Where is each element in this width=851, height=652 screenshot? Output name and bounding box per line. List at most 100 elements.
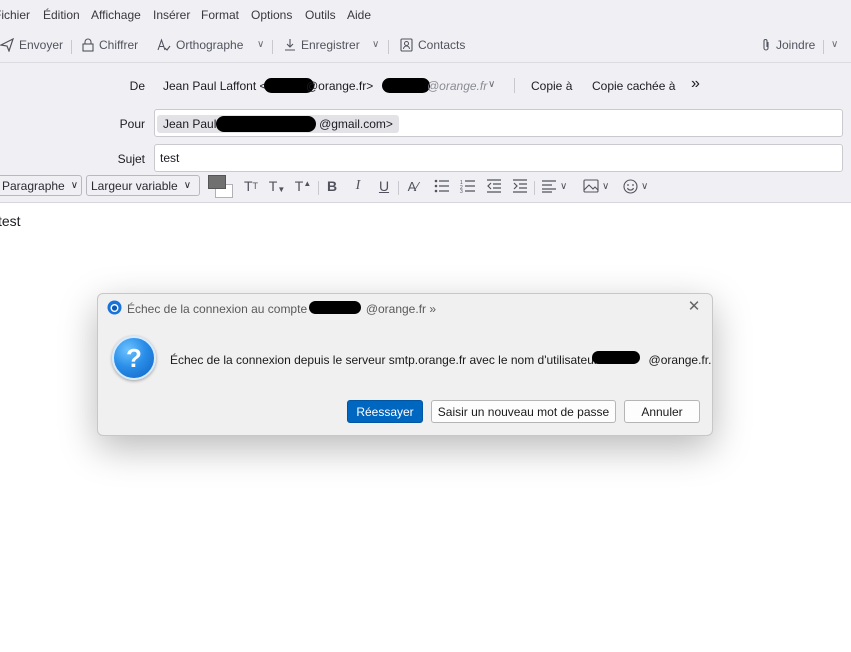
subject-label: Sujet — [117, 152, 145, 166]
contacts-label: Contacts — [418, 38, 466, 52]
dialog-message-prefix: Échec de la connexion depuis le serveur … — [170, 353, 598, 367]
spelling-dropdown-chevron-down-icon[interactable]: ∨ — [257, 39, 264, 50]
toolbar-separator — [71, 40, 72, 54]
save-button[interactable]: Enregistrer — [284, 36, 360, 54]
dialog-title-suffix: @orange.fr » — [365, 302, 437, 316]
paragraph-format-select[interactable]: Paragraphe ∨ — [0, 175, 82, 196]
decrease-font-size-icon[interactable]: T ▼ — [268, 177, 286, 195]
redaction-mark — [309, 301, 361, 314]
chevron-down-icon: ∨ — [560, 180, 568, 192]
from-identity-select[interactable]: Jean Paul Laffont < — [163, 79, 267, 93]
encrypt-label: Chiffrer — [99, 38, 139, 52]
header-separator — [514, 78, 515, 93]
compose-chrome: Fichier Édition Affichage Insérer Format… — [0, 0, 851, 202]
send-button[interactable]: Envoyer — [0, 36, 63, 54]
spelling-icon — [157, 38, 171, 51]
menu-options[interactable]: Options — [251, 8, 292, 22]
dialog-title-prefix: Échec de la connexion au compte — [127, 302, 308, 316]
text-color-swatch — [208, 175, 226, 189]
subject-input[interactable]: test — [154, 144, 843, 172]
attach-dropdown-chevron-down-icon[interactable]: ∨ — [831, 39, 838, 50]
clear-formatting-icon[interactable]: A∕ — [404, 177, 422, 195]
text-color-button[interactable] — [208, 175, 233, 198]
align-left-icon — [542, 180, 556, 193]
attach-button[interactable]: Joindre — [761, 36, 815, 54]
toolbar-separator — [388, 40, 389, 54]
from-identity-domain: @orange.fr — [427, 79, 488, 93]
redaction-mark — [382, 78, 430, 93]
svg-text:3: 3 — [460, 189, 463, 193]
font-size-reset-icon[interactable]: TT — [242, 177, 260, 195]
chevron-down-icon: ∨ — [183, 180, 192, 191]
toolbar-separator — [823, 40, 824, 54]
question-icon: ? — [112, 336, 156, 380]
image-icon — [583, 179, 599, 193]
encrypt-icon — [82, 38, 94, 52]
indent-icon[interactable] — [511, 177, 529, 195]
from-chevron-down-icon[interactable]: ∨ — [488, 79, 495, 90]
new-password-button[interactable]: Saisir un nouveau mot de passe — [431, 400, 616, 423]
spelling-label: Orthographe — [176, 38, 244, 52]
cancel-button[interactable]: Annuler — [624, 400, 700, 423]
menu-help[interactable]: Aide — [347, 8, 371, 22]
thunderbird-icon — [107, 300, 122, 315]
retry-button[interactable]: Réessayer — [347, 400, 423, 423]
outdent-icon[interactable] — [485, 177, 503, 195]
increase-font-size-icon[interactable]: T ▲ — [294, 177, 312, 195]
subject-value: test — [160, 151, 180, 165]
contacts-icon — [400, 38, 413, 52]
from-label: De — [129, 79, 145, 93]
menu-format[interactable]: Format — [201, 8, 239, 22]
more-recipients-button[interactable]: » — [691, 75, 700, 93]
send-label: Envoyer — [19, 38, 64, 52]
dialog-message-suffix: @orange.fr. — [648, 353, 712, 367]
paperclip-icon — [763, 39, 769, 51]
from-name: Jean Paul Laffont < — [163, 79, 267, 93]
encrypt-button[interactable]: Chiffrer — [82, 36, 138, 54]
format-toolbar: Paragraphe ∨ Largeur variable ∨ TT T ▼ T ▲… — [0, 172, 851, 202]
numbered-list-icon[interactable]: 123 — [459, 177, 477, 195]
connection-error-dialog: Échec de la connexion au compte @orange.… — [97, 293, 713, 436]
to-label: Pour — [119, 117, 145, 131]
redaction-mark — [216, 116, 316, 132]
format-separator — [318, 181, 319, 195]
save-dropdown-chevron-down-icon[interactable]: ∨ — [372, 39, 379, 50]
toolbar-divider — [0, 62, 851, 63]
smiley-icon — [623, 178, 638, 194]
menu-view[interactable]: Affichage — [91, 8, 141, 22]
dialog-title: Échec de la connexion au compte @orange.… — [127, 302, 436, 316]
bcc-button[interactable]: Copie cachée à — [592, 79, 675, 93]
chevron-down-icon: ∨ — [70, 180, 79, 191]
from-domain: @orange.fr> — [306, 79, 374, 93]
emoji-menu-button[interactable]: ∨ — [623, 177, 657, 195]
toolbar-separator — [272, 40, 273, 54]
bold-icon[interactable]: B — [323, 177, 341, 195]
cc-button[interactable]: Copie à — [531, 79, 572, 93]
recipient-domain: @gmail.com> — [319, 117, 393, 131]
font-select[interactable]: Largeur variable ∨ — [86, 175, 200, 196]
chevron-down-icon: ∨ — [602, 180, 610, 192]
chevron-down-icon: ∨ — [641, 180, 649, 192]
menu-edit[interactable]: Édition — [43, 8, 80, 22]
compose-toolbar: Envoyer Chiffrer Orthographe ∨ Enregistr… — [0, 30, 851, 60]
spelling-button[interactable]: Orthographe — [157, 36, 243, 54]
menu-tools[interactable]: Outils — [305, 8, 336, 22]
align-menu-button[interactable]: ∨ — [541, 177, 575, 195]
send-icon — [0, 38, 14, 52]
redaction-mark — [592, 351, 640, 364]
close-icon[interactable]: ✕ — [686, 299, 702, 315]
bulleted-list-icon[interactable] — [433, 177, 451, 195]
insert-menu-button[interactable]: ∨ — [583, 177, 617, 195]
italic-icon[interactable]: I — [349, 177, 367, 195]
format-separator — [534, 181, 535, 195]
message-body-text: test — [0, 213, 21, 229]
menu-bar: Fichier Édition Affichage Insérer Format… — [0, 0, 851, 30]
underline-icon[interactable]: U — [375, 177, 393, 195]
menu-insert[interactable]: Insérer — [153, 8, 190, 22]
font-value: Largeur variable — [91, 178, 178, 193]
menu-file[interactable]: Fichier — [0, 8, 30, 22]
save-label: Enregistrer — [301, 38, 360, 52]
recipient-name: Jean Paul — [163, 117, 217, 131]
format-separator — [398, 181, 399, 195]
contacts-button[interactable]: Contacts — [400, 36, 465, 54]
